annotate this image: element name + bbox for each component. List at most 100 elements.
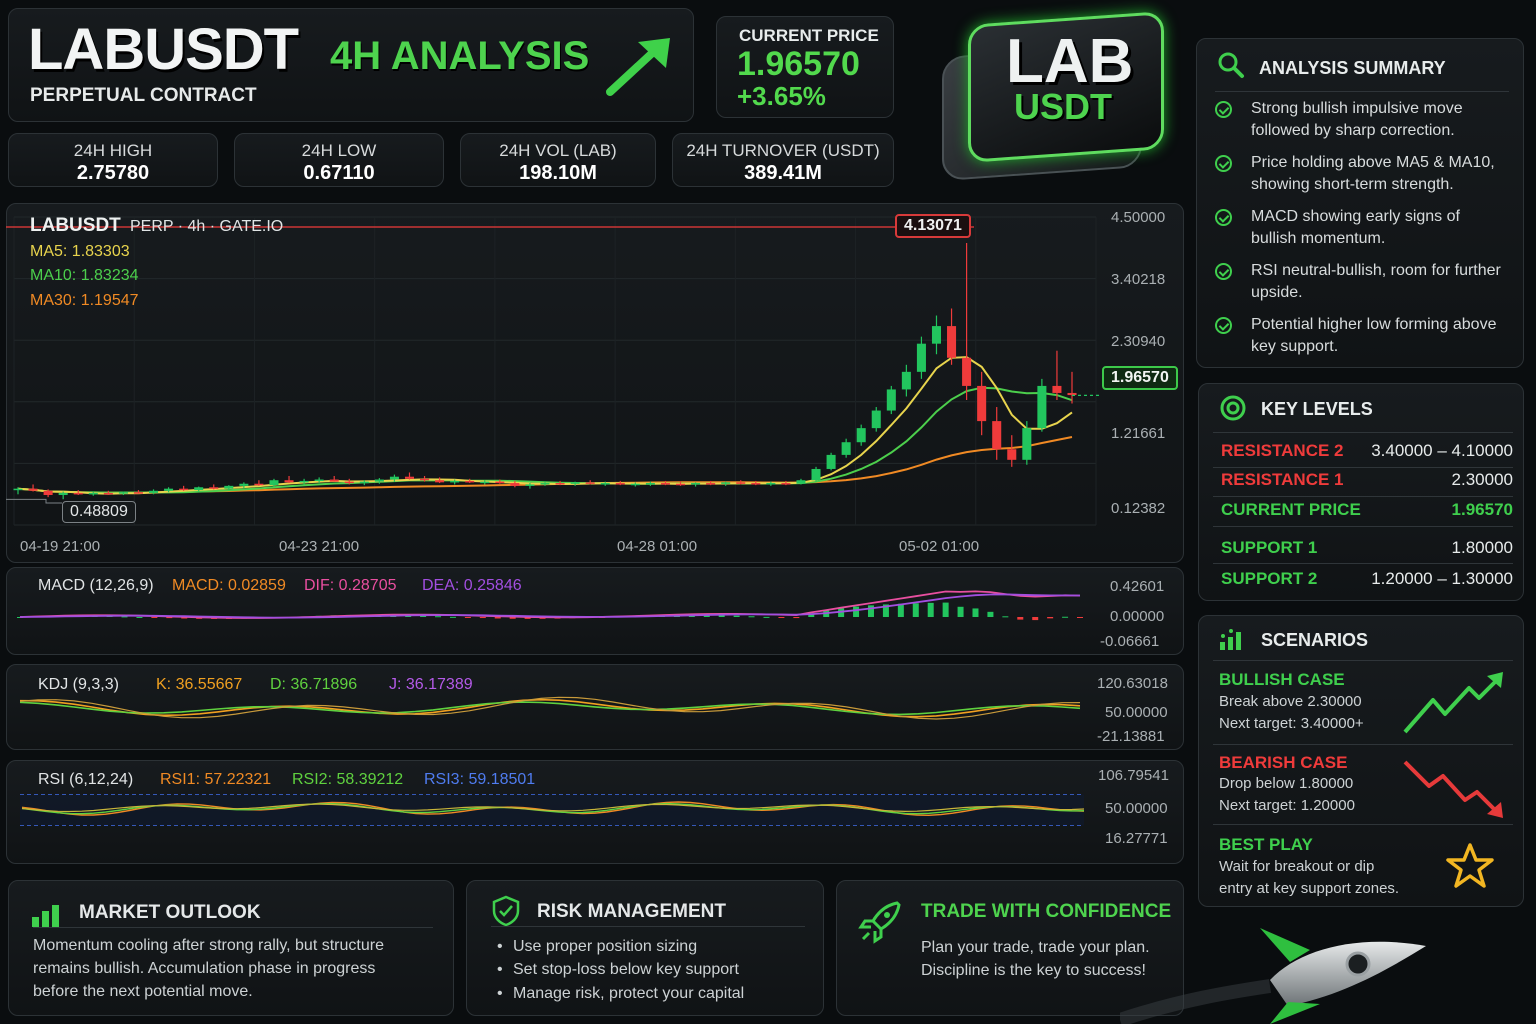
confidence-line-2: Discipline is the key to success!: [921, 962, 1146, 979]
candle-body: [224, 485, 234, 489]
risk-title: RISK MANAGEMENT: [537, 901, 726, 922]
macd-histogram-bar: [897, 603, 904, 617]
candle-body: [465, 480, 475, 483]
resistance-2-value: 3.40000 – 4.10000: [1371, 441, 1513, 460]
candle-body: [103, 492, 113, 495]
candle-body: [13, 488, 23, 491]
summary-item: RSI neutral-bullish, room for further up…: [1251, 262, 1501, 301]
candle-body: [435, 480, 445, 483]
candle-body: [133, 492, 143, 494]
candle-body: [495, 481, 505, 484]
current-price-label: CURRENT PRICE: [739, 26, 879, 45]
stat-label: 24H HIGH: [73, 141, 153, 160]
macd-histogram-bar: [151, 617, 158, 618]
rsi2-value: RSI2: 58.39212: [292, 771, 404, 788]
outlook-line-2: remains bullish. Accumulation phase in p…: [33, 960, 376, 977]
dif-value: DIF: 0.28705: [304, 577, 397, 594]
y-tick: 106.79541: [1098, 767, 1169, 784]
levels-divider: [1213, 467, 1513, 468]
risk-divider: [491, 926, 805, 927]
stat-24h-high: 24H HIGH 2.75780: [8, 133, 218, 187]
scenarios-divider: [1213, 744, 1513, 745]
y-tick: 1.21661: [1111, 425, 1166, 442]
macd-histogram-bar: [464, 617, 471, 618]
dif-line: [19, 590, 1081, 619]
ma30-label: MA30: 1.19547: [30, 292, 139, 309]
analysis-title: 4H ANALYSIS: [330, 34, 590, 78]
y-tick: -21.13881: [1097, 728, 1165, 745]
check-icon: [1215, 101, 1232, 118]
candle-body: [781, 483, 791, 485]
x-tick: 04-28 01:00: [617, 538, 698, 555]
candle-body: [194, 487, 204, 491]
risk-bullet: •: [497, 938, 503, 955]
candle-body: [28, 488, 38, 491]
resistance-2-label: RESISTANCE 2: [1221, 441, 1344, 460]
candle-body: [796, 480, 806, 484]
y-tick: 50.00000: [1105, 800, 1168, 817]
summary-item: MACD showing early signs of bullish mome…: [1251, 208, 1460, 247]
bar-chart-icon: [32, 905, 59, 927]
candle-body: [1052, 385, 1062, 393]
candle-body: [314, 479, 324, 482]
main-chart-symbol: LABUSDT: [30, 215, 121, 236]
macd-histogram-bar: [1077, 617, 1083, 618]
scenarios-panel: SCENARIOS BULLISH CASE Break above 2.300…: [1198, 615, 1524, 907]
check-icon: [1215, 209, 1232, 226]
current-price-card: CURRENT PRICE 1.96570 +3.65%: [716, 16, 894, 118]
candle-body: [525, 484, 535, 486]
bullish-arrow-icon: [1403, 672, 1503, 734]
confidence-line-1: Plan your trade, trade your plan.: [921, 939, 1150, 956]
candle-body: [856, 428, 866, 443]
support-1-value: 1.80000: [1451, 538, 1513, 557]
candle-body: [1007, 449, 1017, 460]
bullish-case-title: BULLISH CASE: [1219, 670, 1345, 689]
ma5-label: MA5: 1.83303: [30, 243, 130, 260]
summary-divider: [1215, 91, 1509, 92]
key-levels-panel: KEY LEVELS RESISTANCE 2 3.40000 – 4.1000…: [1198, 383, 1524, 601]
summary-item: Price holding above MA5 & MA10, showing …: [1251, 154, 1495, 193]
candle-body: [344, 481, 354, 484]
macd-histogram-bar: [763, 616, 770, 618]
macd-histogram-bar: [942, 602, 949, 617]
macd-histogram-bar: [987, 611, 994, 617]
candle-body: [645, 483, 655, 485]
rsi-label: RSI (6,12,24): [38, 771, 134, 788]
rsi1-value: RSI1: 57.22321: [160, 771, 272, 788]
resistance-1-value: 2.30000: [1451, 470, 1513, 489]
macd-value: MACD: 0.02859: [172, 577, 286, 594]
candle-body: [751, 483, 761, 485]
stat-label: 24H VOL (LAB): [499, 141, 617, 160]
kdj-d-line: [19, 701, 1081, 716]
stat-label: 24H TURNOVER (USDT): [686, 141, 880, 160]
candlestick-chart: [6, 216, 1102, 526]
bearish-case-title: BEARISH CASE: [1219, 753, 1348, 772]
candle-body: [209, 487, 219, 489]
macd-histogram-bar: [449, 616, 456, 618]
candle-body: [931, 326, 942, 344]
key-levels-title: KEY LEVELS: [1261, 399, 1373, 419]
ma10-label: MA10: 1.83234: [30, 267, 139, 284]
support-2-label: SUPPORT 2: [1221, 569, 1318, 588]
candle-body: [1067, 392, 1077, 396]
macd-histogram-bar: [972, 608, 979, 617]
risk-bullet: •: [497, 961, 503, 978]
candle-body: [570, 482, 580, 484]
outlook-line-3: before the next potential move.: [33, 983, 253, 1000]
support-2-value: 1.20000 – 1.30000: [1371, 569, 1513, 588]
outlook-divider: [33, 927, 433, 928]
macd-histogram-bar: [793, 617, 800, 619]
candle-body: [947, 326, 957, 358]
kdj-d-value: D: 36.71896: [270, 676, 358, 693]
candle-body: [420, 478, 430, 481]
low-price-value: 0.48809: [70, 503, 128, 520]
bullish-case-line-1: Break above 2.30000: [1219, 693, 1362, 710]
candle-body: [660, 483, 670, 485]
macd-histogram-bar: [1032, 617, 1039, 621]
y-tick: 0.00000: [1110, 608, 1165, 625]
badge-usdt-text: USDT: [1014, 86, 1112, 127]
candle-body: [600, 483, 610, 485]
candle-body: [841, 442, 851, 455]
risk-bullet: •: [497, 985, 503, 1002]
candle-body: [615, 483, 625, 485]
